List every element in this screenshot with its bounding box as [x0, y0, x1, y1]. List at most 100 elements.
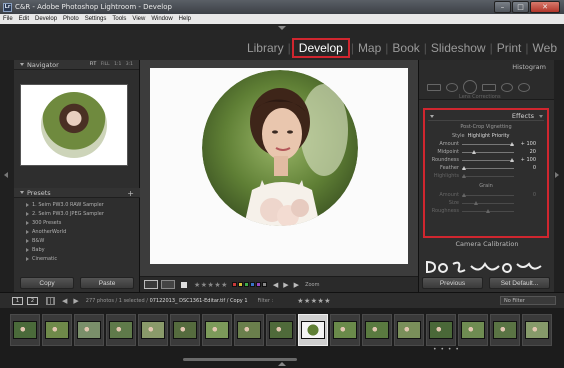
- filmstrip-thumbnail[interactable]: [394, 314, 424, 346]
- grain-slider-track[interactable]: [462, 200, 514, 205]
- menu-help[interactable]: Help: [179, 16, 191, 22]
- second-window-button[interactable]: 2: [27, 296, 38, 305]
- lens-corrections-header[interactable]: Lens Corrections: [459, 94, 501, 100]
- module-web[interactable]: Web: [530, 41, 560, 55]
- preset-folder[interactable]: B&W: [26, 236, 140, 245]
- zoom-fit[interactable]: FIT: [90, 62, 97, 67]
- forward-arrow-icon[interactable]: ▶: [73, 297, 78, 305]
- vignette-style-row[interactable]: Style Highlight Priority: [428, 132, 544, 140]
- filmstrip-thumbnail[interactable]: [490, 314, 520, 346]
- expand-folder-icon[interactable]: [26, 229, 29, 234]
- filmstrip-thumbnail[interactable]: [234, 314, 264, 346]
- slider-thumb[interactable]: [510, 157, 514, 162]
- filmstrip-thumbnail[interactable]: [138, 314, 168, 346]
- filmstrip-thumbnail[interactable]: [170, 314, 200, 346]
- style-dropdown[interactable]: Highlight Priority: [468, 133, 510, 139]
- previous-button[interactable]: Previous: [422, 277, 483, 289]
- zoom-1-1[interactable]: 1:1: [114, 62, 121, 67]
- filmstrip-thumbnail[interactable]: [74, 314, 104, 346]
- color-label-red[interactable]: [231, 282, 237, 287]
- adjustment-brush-icon[interactable]: [518, 82, 530, 92]
- main-window-button[interactable]: 1: [12, 296, 23, 305]
- menu-window[interactable]: Window: [151, 16, 172, 22]
- radial-filter-icon[interactable]: [501, 82, 513, 92]
- preset-folder[interactable]: Cinematic: [26, 254, 140, 263]
- expand-folder-icon[interactable]: [26, 211, 29, 216]
- menu-view[interactable]: View: [132, 16, 145, 22]
- filmstrip-thumbnail[interactable]: [522, 314, 552, 346]
- preset-folder[interactable]: 300 Presets: [26, 218, 140, 227]
- preset-folder[interactable]: Baby: [26, 245, 140, 254]
- collapse-triangle-icon[interactable]: [20, 63, 24, 66]
- crop-tool-icon[interactable]: [427, 83, 441, 91]
- minimize-button[interactable]: –: [494, 1, 511, 13]
- menu-photo[interactable]: Photo: [63, 16, 79, 22]
- collapse-triangle-icon[interactable]: [430, 114, 434, 118]
- slider-thumb[interactable]: [462, 192, 466, 197]
- paste-button[interactable]: Paste: [80, 277, 134, 289]
- color-label-green[interactable]: [243, 282, 249, 287]
- presets-header[interactable]: Presets +: [14, 188, 140, 198]
- navigator-header[interactable]: Navigator FIT FILL 1:1 3:1: [14, 60, 139, 70]
- current-filename[interactable]: 07122013_ DSC1361-Editar.tif / Copy 1: [150, 298, 248, 304]
- next-photo-icon[interactable]: ▶: [283, 281, 288, 289]
- filmstrip-thumbnail[interactable]: [330, 314, 360, 346]
- histogram-title[interactable]: Histogram: [512, 63, 546, 71]
- filmstrip-thumbnail[interactable]: [266, 314, 296, 346]
- maximize-button[interactable]: □: [512, 1, 529, 13]
- vignette-slider-track[interactable]: [462, 157, 514, 162]
- filmstrip-thumbnail[interactable]: [458, 314, 488, 346]
- module-map[interactable]: Map: [355, 41, 384, 55]
- vignette-slider-row[interactable]: Roundness + 100: [428, 156, 544, 164]
- copy-button[interactable]: Copy: [20, 277, 74, 289]
- filmstrip-thumbnail[interactable]: [202, 314, 232, 346]
- effects-header[interactable]: Effects: [428, 112, 544, 121]
- collapse-triangle-icon[interactable]: [20, 191, 24, 194]
- navigator-preview[interactable]: [20, 84, 128, 166]
- grid-view-icon[interactable]: [46, 296, 55, 305]
- slider-thumb[interactable]: [462, 165, 466, 170]
- star-rating[interactable]: ★★★★★: [194, 281, 228, 289]
- module-develop[interactable]: Develop: [291, 38, 350, 58]
- filmstrip-thumbnail[interactable]: [106, 314, 136, 346]
- vignette-slider-row[interactable]: Feather 0: [428, 164, 544, 172]
- expand-right-panel-icon[interactable]: [555, 172, 559, 178]
- vignette-slider-value[interactable]: + 100: [514, 157, 536, 163]
- add-preset-icon[interactable]: +: [127, 189, 134, 198]
- slider-thumb[interactable]: [462, 173, 466, 178]
- vignette-slider-row[interactable]: Midpoint 20: [428, 148, 544, 156]
- before-after-view-icon[interactable]: [161, 280, 175, 289]
- filter-preset-dropdown[interactable]: No Filter: [500, 296, 556, 305]
- menu-develop[interactable]: Develop: [35, 16, 57, 22]
- panel-switch-icon[interactable]: [539, 114, 543, 118]
- color-label-yellow[interactable]: [237, 282, 243, 287]
- play-slideshow-icon[interactable]: ▶: [294, 281, 299, 289]
- color-label-purple[interactable]: [255, 282, 261, 287]
- collapse-filmstrip-icon[interactable]: [278, 362, 286, 366]
- red-eye-tool-icon[interactable]: [463, 80, 477, 94]
- close-button[interactable]: ✕: [530, 1, 560, 13]
- camera-calibration-header[interactable]: Camera Calibration: [419, 240, 555, 248]
- slider-thumb[interactable]: [471, 149, 476, 154]
- menu-settings[interactable]: Settings: [85, 16, 107, 22]
- vignette-slider-value[interactable]: 0: [514, 165, 536, 171]
- grain-slider-track[interactable]: [462, 192, 514, 197]
- graduated-filter-icon[interactable]: [482, 83, 496, 91]
- back-arrow-icon[interactable]: ◀: [62, 297, 67, 305]
- set-default-button[interactable]: Set Default...: [489, 277, 550, 289]
- module-slideshow[interactable]: Slideshow: [428, 41, 489, 55]
- vignette-slider-track[interactable]: [462, 165, 514, 170]
- vignette-slider-track[interactable]: [462, 173, 514, 178]
- menu-tools[interactable]: Tools: [112, 16, 126, 22]
- spot-removal-tool-icon[interactable]: [446, 82, 458, 92]
- filmstrip-thumbnail[interactable]: [426, 314, 456, 346]
- menu-edit[interactable]: Edit: [19, 16, 29, 22]
- grain-slider-track[interactable]: [462, 208, 514, 213]
- grain-slider-value[interactable]: 0: [514, 192, 536, 198]
- expand-folder-icon[interactable]: [26, 256, 29, 261]
- module-library[interactable]: Library: [244, 41, 287, 55]
- filmstrip-thumbnail[interactable]: [42, 314, 72, 346]
- zoom-3-1[interactable]: 3:1: [126, 62, 133, 67]
- color-label-none[interactable]: [261, 282, 267, 287]
- expand-folder-icon[interactable]: [26, 247, 29, 252]
